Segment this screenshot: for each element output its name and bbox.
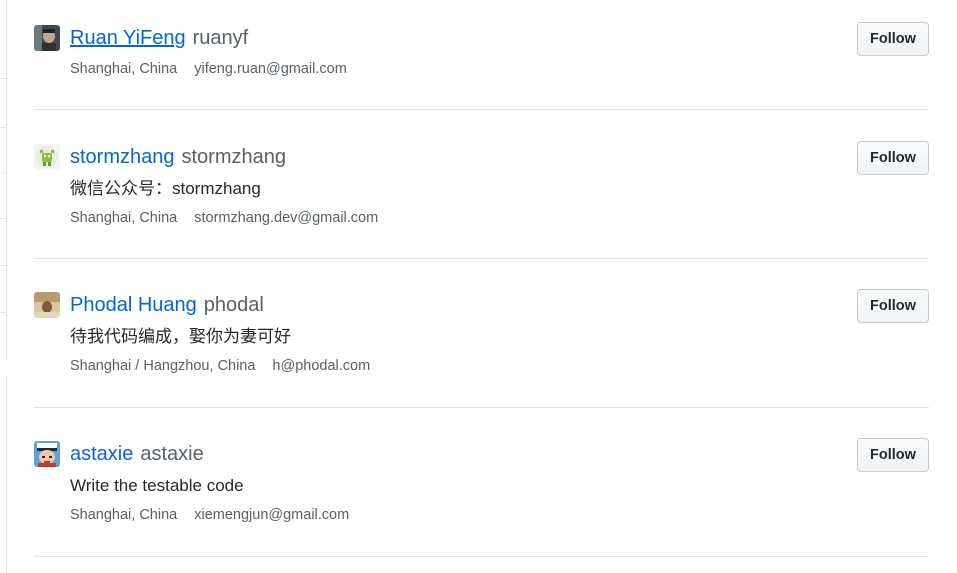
user-row: astaxie astaxie Write the testable code S… bbox=[34, 408, 929, 557]
user-full-name-link[interactable]: astaxie bbox=[70, 443, 133, 465]
follow-button[interactable]: Follow bbox=[857, 438, 929, 472]
user-email: stormzhang.dev@gmail.com bbox=[194, 210, 379, 226]
user-login: stormzhang bbox=[181, 146, 287, 168]
page: Ruan YiFeng ruanyf Shanghai, China yifeng.… bbox=[0, 0, 957, 573]
user-email: yifeng.ruan@gmail.com bbox=[194, 61, 347, 77]
left-panel-edge bbox=[0, 0, 7, 573]
user-meta: Shanghai, China yifeng.ruan@gmail.com bbox=[70, 59, 347, 79]
user-location: Shanghai, China bbox=[70, 61, 178, 77]
user-row: Ruan YiFeng ruanyf Shanghai, China yifeng.… bbox=[34, 0, 929, 110]
follow-button[interactable]: Follow bbox=[857, 22, 929, 56]
user-name-line: Phodal Huang phodal bbox=[70, 292, 264, 318]
follow-button[interactable]: Follow bbox=[857, 289, 929, 323]
user-meta: Shanghai, China xiemengjun@gmail.com bbox=[70, 505, 349, 525]
user-login: phodal bbox=[203, 294, 264, 316]
avatar[interactable] bbox=[34, 25, 60, 51]
user-login: astaxie bbox=[140, 443, 204, 465]
user-location: Shanghai, China bbox=[70, 210, 178, 226]
user-name-line: astaxie astaxie bbox=[70, 441, 204, 467]
left-panel-divider bbox=[0, 127, 6, 128]
user-email: h@phodal.com bbox=[272, 358, 371, 374]
user-bio: Write the testable code bbox=[70, 476, 244, 495]
user-login: ruanyf bbox=[192, 27, 249, 49]
left-panel-divider bbox=[0, 78, 6, 79]
user-meta: Shanghai / Hangzhou, China h@phodal.com bbox=[70, 356, 370, 376]
user-email: xiemengjun@gmail.com bbox=[194, 507, 350, 523]
user-meta: Shanghai, China stormzhang.dev@gmail.com bbox=[70, 208, 378, 228]
left-panel-divider bbox=[0, 265, 6, 266]
user-name-line: Ruan YiFeng ruanyf bbox=[70, 25, 248, 51]
left-panel-border bbox=[0, 378, 7, 573]
user-bio: 待我代码编成，娶你为妻可好 bbox=[70, 327, 291, 346]
user-full-name-link[interactable]: stormzhang bbox=[70, 146, 175, 168]
user-full-name-link[interactable]: Ruan YiFeng bbox=[70, 27, 186, 49]
user-name-line: stormzhang stormzhang bbox=[70, 144, 286, 170]
follow-button[interactable]: Follow bbox=[857, 141, 929, 175]
user-row: stormzhang stormzhang 微信公众号：stormzhang Sh… bbox=[34, 110, 929, 259]
user-location: Shanghai / Hangzhou, China bbox=[70, 358, 256, 374]
left-panel-divider bbox=[0, 312, 6, 313]
user-full-name-link[interactable]: Phodal Huang bbox=[70, 294, 197, 316]
avatar[interactable] bbox=[34, 144, 60, 170]
user-bio: 微信公众号：stormzhang bbox=[70, 179, 261, 198]
left-panel-divider bbox=[0, 218, 6, 219]
user-location: Shanghai, China bbox=[70, 507, 178, 523]
user-list: Ruan YiFeng ruanyf Shanghai, China yifeng.… bbox=[34, 0, 929, 557]
left-panel-border bbox=[0, 0, 7, 360]
avatar[interactable] bbox=[34, 441, 60, 467]
left-panel-divider bbox=[0, 172, 6, 173]
user-row: Phodal Huang phodal 待我代码编成，娶你为妻可好 Shangha… bbox=[34, 259, 929, 408]
avatar[interactable] bbox=[34, 292, 60, 318]
